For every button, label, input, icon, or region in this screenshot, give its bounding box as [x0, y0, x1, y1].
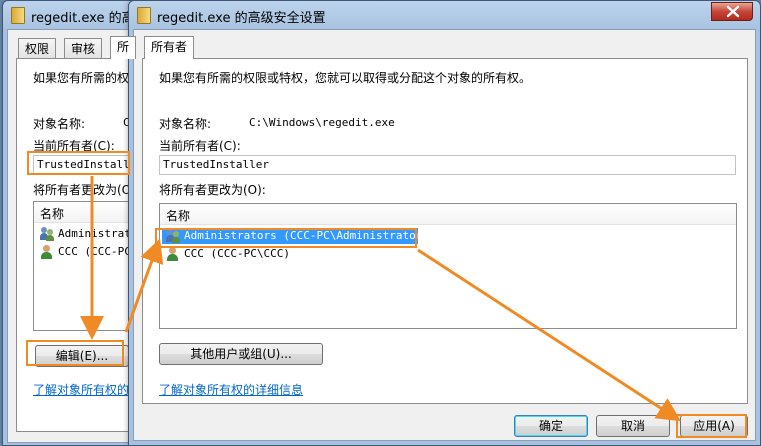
front-object-name-label: 对象名称:	[159, 117, 212, 131]
front-change-owner-label: 将所有者更改为(O):	[159, 183, 266, 197]
front-window-title: regedit.exe 的高级安全设置	[157, 11, 326, 26]
front-list-row-label: CCC (CCC-PC\CCC)	[184, 247, 290, 260]
tab-auditing[interactable]: 审核	[64, 38, 103, 59]
back-object-name-label: 对象名称:	[33, 117, 86, 131]
front-owner-list[interactable]: 名称 Administrators (CCC-PC\Administrators…	[159, 203, 737, 329]
tab-permissions[interactable]: 权限	[18, 38, 57, 59]
back-current-owner-label: 当前所有者(C):	[33, 139, 115, 153]
back-intro-text: 如果您有所需的权	[33, 71, 130, 85]
back-dialog-window: regedit.exe 的高级 权限 审核 所 如果您有所需的权 对象名称: C…	[2, 0, 159, 446]
front-client-area: 所有者 如果您有所需的权限或特权，您就可以取得或分配这个对象的所有权。 对象名称…	[133, 29, 756, 441]
folder-icon	[11, 7, 25, 24]
ok-button[interactable]: 确定	[514, 415, 588, 437]
cancel-button[interactable]: 取消	[596, 415, 670, 437]
close-icon	[726, 5, 740, 18]
user-icon	[40, 245, 54, 259]
front-titlebar[interactable]: regedit.exe 的高级安全设置	[129, 1, 760, 29]
front-current-owner-label: 当前所有者(C):	[159, 139, 241, 153]
front-current-owner-field: TrustedInstaller	[159, 155, 736, 175]
front-help-link[interactable]: 了解对象所有权的详细信息	[159, 381, 303, 398]
group-icon	[40, 227, 54, 241]
other-users-button[interactable]: 其他用户或组(U)...	[159, 343, 323, 365]
user-icon	[166, 247, 180, 261]
close-button[interactable]	[711, 2, 753, 21]
front-list-row-administrators[interactable]: Administrators (CCC-PC\Administrators)	[162, 228, 436, 244]
edit-button[interactable]: 编辑(E)...	[35, 345, 129, 367]
back-help-link[interactable]: 了解对象所有权的	[33, 381, 129, 398]
front-list-row-ccc[interactable]: CCC (CCC-PC\CCC)	[162, 246, 734, 262]
front-object-name-value: C:\Windows\regedit.exe	[249, 116, 395, 129]
front-intro-text: 如果您有所需的权限或特权，您就可以取得或分配这个对象的所有权。	[159, 71, 532, 85]
back-list-header-label: 名称	[40, 207, 65, 221]
front-dialog-window: regedit.exe 的高级安全设置 所有者 如果您有所需的权限或特权，您就可…	[128, 0, 761, 446]
back-titlebar[interactable]: regedit.exe 的高级	[3, 1, 148, 29]
group-icon	[166, 229, 180, 243]
back-list-row-label: Administrato	[58, 227, 138, 240]
folder-icon	[137, 7, 151, 24]
tab-owner[interactable]: 所	[110, 36, 137, 59]
tab-owner[interactable]: 所有者	[144, 36, 195, 59]
front-list-row-label: Administrators (CCC-PC\Administrators)	[184, 229, 436, 242]
back-client-area: 权限 审核 所 如果您有所需的权 对象名称: C 当前所有者(C): Trust…	[7, 29, 159, 443]
front-tab-page: 如果您有所需的权限或特权，您就可以取得或分配这个对象的所有权。 对象名称: C:…	[142, 58, 748, 404]
front-list-header: 名称	[160, 204, 736, 225]
front-list-header-label: 名称	[166, 209, 191, 223]
apply-button[interactable]: 应用(A)	[680, 415, 748, 437]
back-change-owner-label: 将所有者更改为(O	[33, 183, 132, 197]
